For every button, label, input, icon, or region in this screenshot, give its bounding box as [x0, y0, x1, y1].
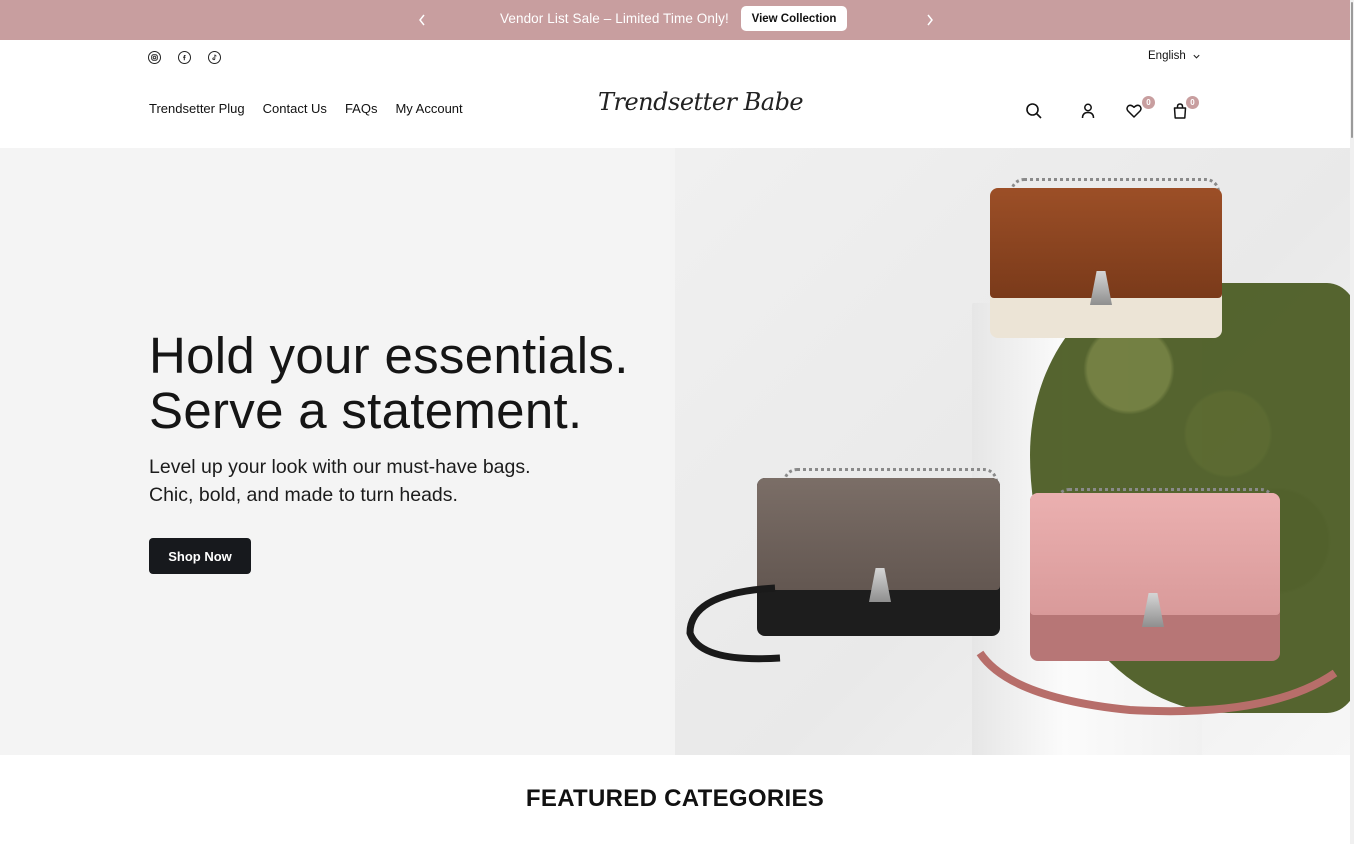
hero-subtitle: Level up your look with our must-have ba… [149, 453, 531, 509]
language-label: English [1148, 50, 1186, 62]
instagram-icon[interactable] [148, 51, 161, 64]
search-icon[interactable] [1023, 100, 1045, 122]
hero-headline: Hold your essentials. Serve a statement. [149, 328, 629, 438]
social-links [148, 51, 221, 64]
nav-item-contact-us[interactable]: Contact Us [263, 101, 327, 116]
scrollbar[interactable] [1350, 0, 1354, 844]
announcement-message: Vendor List Sale – Limited Time Only! [500, 11, 729, 26]
hero-image [675, 148, 1350, 755]
announcement-bar: Vendor List Sale – Limited Time Only! Vi… [0, 0, 1350, 40]
cart-count-badge: 0 [1186, 96, 1199, 109]
view-collection-button[interactable]: View Collection [741, 6, 847, 31]
site-logo[interactable]: Trendsetter Babe [598, 88, 804, 116]
scrollbar-thumb[interactable] [1351, 2, 1353, 138]
wishlist-count-badge: 0 [1142, 96, 1155, 109]
hero-headline-line1: Hold your essentials. [149, 327, 629, 384]
hero-subtitle-line1: Level up your look with our must-have ba… [149, 456, 531, 478]
language-selector[interactable]: English [1148, 50, 1201, 62]
site-header: English Trendsetter Plug Contact Us FAQs… [0, 40, 1350, 148]
hero-banner: Hold your essentials. Serve a statement.… [0, 148, 1350, 755]
bag-strap [686, 584, 781, 663]
facebook-icon[interactable] [178, 51, 191, 64]
chevron-right-icon[interactable] [920, 10, 940, 30]
featured-categories-heading: FEATURED CATEGORIES [525, 785, 825, 812]
hero-subtitle-line2: Chic, bold, and made to turn heads. [149, 484, 458, 506]
tiktok-icon[interactable] [208, 51, 221, 64]
hero-headline-line2: Serve a statement. [149, 382, 583, 439]
chevron-left-icon[interactable] [412, 10, 432, 30]
account-icon[interactable] [1077, 100, 1099, 122]
chevron-down-icon [1193, 54, 1200, 59]
shop-now-button[interactable]: Shop Now [149, 538, 251, 574]
nav-item-trendsetter-plug[interactable]: Trendsetter Plug [149, 101, 245, 116]
brown-bag [990, 188, 1222, 338]
nav-item-faqs[interactable]: FAQs [345, 101, 378, 116]
main-nav: Trendsetter Plug Contact Us FAQs My Acco… [149, 101, 463, 116]
bag-strap [976, 650, 1338, 716]
nav-item-my-account[interactable]: My Account [395, 101, 462, 116]
